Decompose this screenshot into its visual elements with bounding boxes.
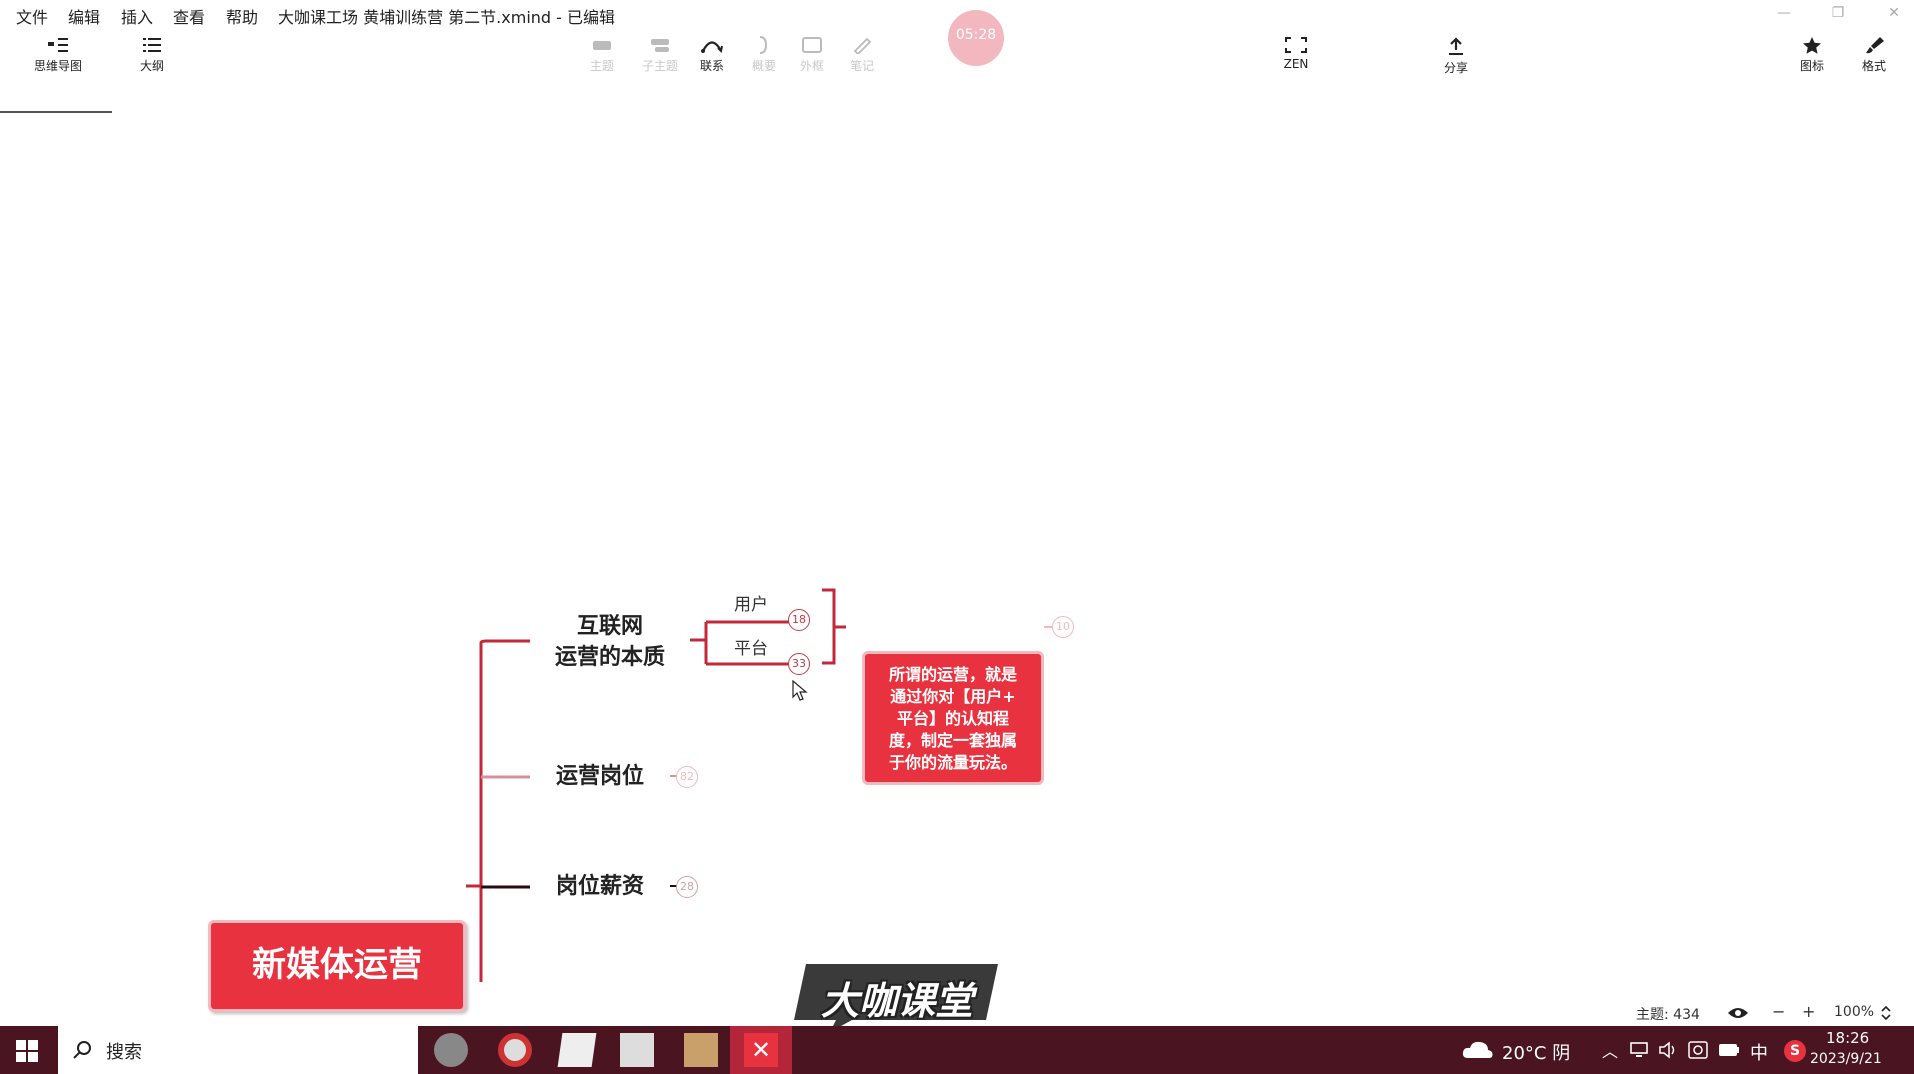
boundary-button[interactable]: 外框 xyxy=(784,36,840,74)
topic-count: 主题: 434 xyxy=(1636,1007,1700,1023)
note-button[interactable]: 笔记 xyxy=(834,36,890,74)
summary-line: 于你的流量玩法。 xyxy=(888,753,1017,772)
taskbar-app-editor-icon[interactable] xyxy=(620,1033,654,1067)
branch-internet-essence[interactable]: 互联网 运营的本质 xyxy=(548,611,672,673)
connector-lines xyxy=(466,588,1052,982)
summary-icon xyxy=(759,36,768,54)
menu-view[interactable]: 查看 xyxy=(173,4,205,28)
outline-icon xyxy=(143,38,161,52)
central-topic[interactable]: 新媒体运营 xyxy=(208,920,466,1012)
menu-edit[interactable]: 编辑 xyxy=(68,4,100,28)
collapsed-count-badge[interactable]: 33 xyxy=(788,653,810,675)
collapsed-count-badge[interactable]: 82 xyxy=(676,766,698,788)
menu-insert[interactable]: 插入 xyxy=(121,4,153,28)
boundary-icon xyxy=(802,37,822,53)
collapsed-count-badge[interactable]: 18 xyxy=(788,609,810,631)
sync-icon[interactable] xyxy=(1688,1041,1708,1059)
sogou-ime-icon[interactable]: S xyxy=(1784,1040,1806,1062)
zen-label: ZEN xyxy=(1283,57,1309,71)
cloud-icon xyxy=(1462,1041,1493,1058)
relationship-icon xyxy=(701,41,723,54)
tray-expand-icon[interactable]: ︿ xyxy=(1602,1038,1618,1062)
taskbar-app-xmind-active[interactable]: ✕ xyxy=(730,1026,792,1074)
minimize-button[interactable]: — xyxy=(1770,2,1798,24)
mindmap-view-button[interactable]: 思维导图 xyxy=(30,36,86,74)
weather-text[interactable]: 20°C 阴 xyxy=(1502,1039,1570,1065)
network-icon[interactable] xyxy=(1630,1042,1648,1058)
clock-time[interactable]: 18:26 xyxy=(1826,1029,1869,1047)
mindmap-view-label: 思维导图 xyxy=(33,59,82,73)
branch-title-line: 运营的本质 xyxy=(554,645,665,670)
topic-button[interactable]: 主题 xyxy=(574,36,630,74)
collapsed-count-badge[interactable]: 28 xyxy=(676,876,698,898)
share-label: 分享 xyxy=(1443,61,1468,75)
branch-role-salary[interactable]: 岗位薪资 xyxy=(550,871,650,902)
note-icon xyxy=(853,37,872,54)
format-label: 格式 xyxy=(1861,59,1886,73)
ime-indicator[interactable]: 中 xyxy=(1750,1039,1768,1065)
icons-button[interactable]: 图标 xyxy=(1784,36,1840,74)
summary-line: 平台】的认知程 xyxy=(896,709,1009,728)
outline-view-button[interactable]: 大纲 xyxy=(124,36,180,74)
share-icon xyxy=(1449,37,1463,55)
boundary-label: 外框 xyxy=(799,59,824,73)
brush-icon xyxy=(1866,37,1884,54)
note-label: 笔记 xyxy=(849,59,874,73)
battery-icon[interactable] xyxy=(1718,1043,1740,1057)
clock-date[interactable]: 2023/9/21 xyxy=(1810,1051,1882,1067)
taskbar-app-explorer-icon[interactable] xyxy=(684,1033,718,1067)
topic-icon xyxy=(593,41,611,50)
search-placeholder: 搜索 xyxy=(106,1042,142,1063)
mouse-cursor-icon xyxy=(792,680,808,701)
zen-button[interactable]: ZEN xyxy=(1268,36,1324,71)
leaf-user[interactable]: 用户 xyxy=(734,590,768,615)
summary-line: 度，制定一套独属 xyxy=(888,731,1017,750)
eye-icon[interactable] xyxy=(1727,1006,1749,1020)
taskbar-app-chrome-icon[interactable] xyxy=(498,1033,532,1067)
share-button[interactable]: 分享 xyxy=(1428,36,1484,76)
collapsed-count-badge[interactable]: 10 xyxy=(1052,616,1074,638)
subtopic-label: 子主题 xyxy=(641,59,678,73)
mindmap-canvas[interactable]: 新媒体运营 互联网 运营的本质 运营岗位 岗位薪资 82 28 用户 平台 18… xyxy=(0,90,1914,1024)
maximize-button[interactable]: ❐ xyxy=(1824,2,1852,24)
zoom-in-button[interactable]: + xyxy=(1802,1002,1815,1021)
subtopic-button[interactable]: 子主题 xyxy=(632,36,688,74)
outline-view-label: 大纲 xyxy=(139,59,164,73)
window-title: 大咖课工场 黄埔训练营 第二节.xmind - 已编辑 xyxy=(278,8,616,27)
close-button[interactable]: ✕ xyxy=(1880,2,1908,24)
zoom-out-button[interactable]: − xyxy=(1772,1002,1785,1021)
volume-icon[interactable] xyxy=(1658,1041,1678,1059)
zen-icon xyxy=(1285,37,1307,53)
taskbar-search-box[interactable]: 搜索 xyxy=(58,1026,418,1074)
search-icon xyxy=(73,1041,91,1059)
summary-line: 通过你对【用户+ xyxy=(890,687,1016,706)
status-bar: 主题: 434 − + 100% xyxy=(0,1000,1914,1026)
taskbar-app-record-icon[interactable] xyxy=(434,1033,468,1067)
format-button[interactable]: 格式 xyxy=(1846,36,1902,74)
leaf-platform[interactable]: 平台 xyxy=(734,634,768,659)
taskbar-app-notes-icon[interactable] xyxy=(557,1033,597,1067)
mindmap-icon xyxy=(48,38,68,52)
subtopic-icon xyxy=(651,39,669,52)
icons-label: 图标 xyxy=(1799,59,1824,73)
relationship-button[interactable]: 联系 xyxy=(684,36,740,74)
windows-start-icon[interactable] xyxy=(16,1040,38,1062)
zoom-stepper-icon[interactable] xyxy=(1880,1005,1892,1021)
menu-help[interactable]: 帮助 xyxy=(226,4,258,28)
star-icon xyxy=(1803,37,1821,54)
branch-title-line: 互联网 xyxy=(576,614,643,639)
relationship-label: 联系 xyxy=(699,59,724,73)
zoom-level[interactable]: 100% xyxy=(1834,1004,1874,1020)
summary-topic[interactable]: 所谓的运营，就是 通过你对【用户+ 平台】的认知程 度，制定一套独属 于你的流量… xyxy=(862,651,1044,785)
recording-timer-badge: 05:28 xyxy=(948,10,1004,66)
topic-label: 主题 xyxy=(589,59,614,73)
xmind-icon: ✕ xyxy=(744,1033,778,1067)
branch-operation-roles[interactable]: 运营岗位 xyxy=(550,761,650,792)
windows-taskbar: 搜索 ✕ 20°C 阴 ︿ 中 S 18:26 2023/9/21 xyxy=(0,1026,1914,1074)
menu-file[interactable]: 文件 xyxy=(16,4,48,28)
summary-line: 所谓的运营，就是 xyxy=(888,665,1017,684)
